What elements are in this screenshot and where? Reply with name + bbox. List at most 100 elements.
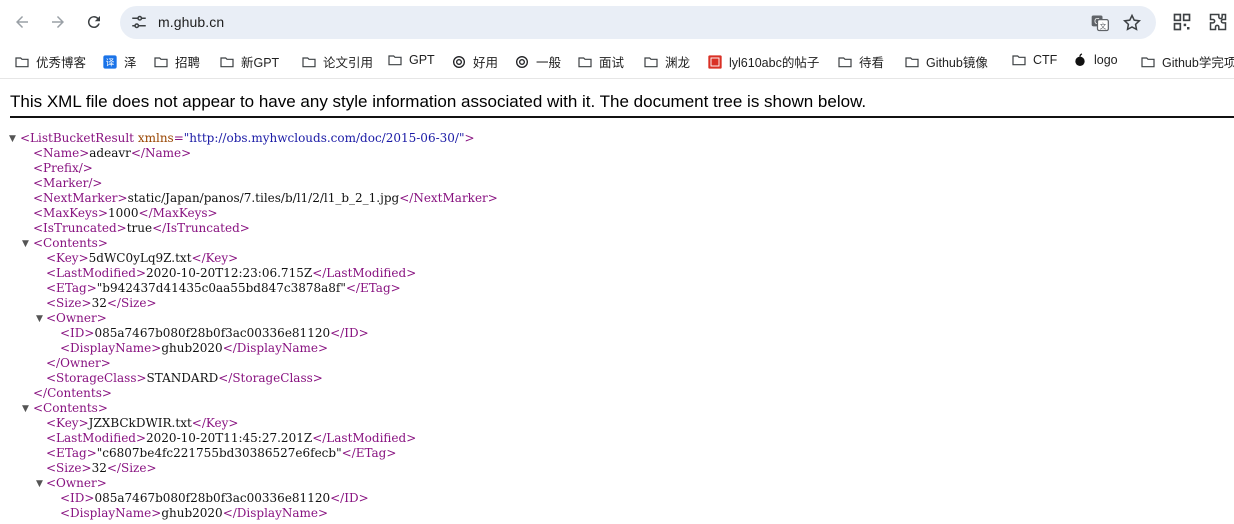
xml-marker-line: <Marker/> xyxy=(33,176,103,190)
folder-icon xyxy=(577,54,593,70)
reload-icon xyxy=(87,16,100,29)
folder-icon xyxy=(301,54,317,70)
xml-tree: ▼ <ListBucketResult xmlns="http://obs.my… xyxy=(0,131,498,521)
back-icon xyxy=(16,16,28,28)
reload-button[interactable] xyxy=(80,8,108,36)
bookmark-label: 好用 xyxy=(473,56,499,70)
folder-icon xyxy=(1140,54,1156,70)
bookmark-label: 招聘 xyxy=(175,56,201,70)
xml-lastmodified-line: <LastModified>2020-10-20T12:23:06.715Z</… xyxy=(46,266,417,280)
last-modified-value: 2020-10-20T11:45:27.201Z xyxy=(146,431,313,445)
collapse-toggle-icon[interactable]: ▼ xyxy=(36,312,43,327)
folder-icon xyxy=(1011,52,1027,68)
xml-name-line: <Name>adeavr</Name> xyxy=(33,146,192,160)
xml-size-line: <Size>32</Size> xyxy=(46,461,157,475)
object-key: 5dWC0yLq9Z.txt xyxy=(88,251,192,265)
bookmarks-bar: 优秀博客 译泽 招聘 新GPT 论文引用 GPT 好用 一般 面试 渊龙 lyl610abc的帖子 待… xyxy=(0,44,1234,79)
collapse-toggle-icon[interactable]: ▼ xyxy=(22,402,29,417)
xml-owner-id-line: <ID>085a7467b080f28b0f3ac00336e81120</ID… xyxy=(60,326,369,340)
bookmark-item[interactable]: 招聘 xyxy=(153,52,200,71)
bookmark-item[interactable]: 新GPT xyxy=(219,52,279,71)
bookmark-label: logo xyxy=(1094,53,1118,67)
bookmark-item[interactable]: lyl610abc的帖子 xyxy=(707,52,819,71)
etag-value: "b942437d41435c0aa55bd847c3878a8f" xyxy=(96,281,346,295)
bookmark-label: CTF xyxy=(1033,53,1058,67)
bookmark-item[interactable]: 译泽 xyxy=(102,52,137,71)
qr-icon[interactable] xyxy=(1172,12,1192,32)
collapse-toggle-icon[interactable]: ▼ xyxy=(9,132,16,147)
star-icon[interactable] xyxy=(1122,13,1142,33)
folder-icon xyxy=(219,54,235,70)
bookmark-label: 待看 xyxy=(859,56,885,70)
collapse-toggle-icon[interactable]: ▼ xyxy=(22,237,29,252)
openai-icon xyxy=(451,54,467,70)
openai-icon xyxy=(514,54,530,70)
translate-icon[interactable]: G 文 xyxy=(1090,13,1110,33)
owner-id-value: 085a7467b080f28b0f3ac00336e81120 xyxy=(94,326,331,340)
bookmark-label: 泽 xyxy=(124,56,137,70)
apple-icon xyxy=(1072,52,1088,68)
bookmark-label: Github镜像 xyxy=(926,56,988,70)
bookmark-item[interactable]: 好用 xyxy=(451,52,498,71)
xml-displayname-line: <DisplayName>ghub2020</DisplayName> xyxy=(60,341,329,355)
xml-nextmarker-line: <NextMarker>static/Japan/panos/7.tiles/b… xyxy=(33,191,498,205)
xml-contents-line: ▼ <Contents> xyxy=(22,236,108,252)
bookmark-item[interactable]: GPT xyxy=(387,52,435,68)
folder-icon xyxy=(643,54,659,70)
display-name-value: ghub2020 xyxy=(161,506,223,520)
bookmark-label: 论文引用 xyxy=(323,56,374,70)
owner-id-value: 085a7467b080f28b0f3ac00336e81120 xyxy=(94,491,331,505)
bookmark-item[interactable]: Github学完项 xyxy=(1140,52,1234,71)
xml-prefix-line: <Prefix/> xyxy=(33,161,93,175)
xml-key-line: <Key>5dWC0yLq9Z.txt</Key> xyxy=(46,251,239,265)
bookmark-item[interactable]: 待看 xyxy=(837,52,884,71)
xml-displayname-line: <DisplayName>ghub2020</DisplayName> xyxy=(60,506,329,520)
bucket-name: adeavr xyxy=(89,146,131,160)
bookmark-item[interactable]: Github镜像 xyxy=(904,52,988,71)
bookmark-label: 新GPT xyxy=(241,56,280,70)
max-keys-value: 1000 xyxy=(108,206,139,220)
collapse-toggle-icon[interactable]: ▼ xyxy=(36,477,43,492)
bookmark-item[interactable]: logo xyxy=(1072,52,1118,68)
bookmark-label: GPT xyxy=(409,53,435,67)
extensions-icon[interactable] xyxy=(1208,12,1228,32)
folder-icon xyxy=(153,54,169,70)
site-settings-icon[interactable] xyxy=(130,13,148,31)
bookmark-label: 优秀博客 xyxy=(36,56,87,70)
folder-icon xyxy=(387,52,403,68)
xml-key-line: <Key>JZXBCkDWIR.txt</Key> xyxy=(46,416,239,430)
bookmark-item[interactable]: 一般 xyxy=(514,52,561,71)
forward-icon xyxy=(52,16,64,28)
bookmark-label: 一般 xyxy=(536,56,562,70)
folder-icon xyxy=(904,54,920,70)
xml-contents-line: ▼ <Contents> xyxy=(22,401,108,417)
storage-class-value: STANDARD xyxy=(146,371,219,385)
back-button[interactable] xyxy=(8,8,36,36)
bookmark-item[interactable]: 论文引用 xyxy=(301,52,373,71)
xml-style-notice: This XML file does not appear to have an… xyxy=(10,92,867,111)
xml-owner-line: ▼ <Owner> xyxy=(36,476,107,492)
next-marker-value: static/Japan/panos/7.tiles/b/l1/2/l1_b_2… xyxy=(127,191,400,205)
bookmark-label: Github学完项 xyxy=(1162,56,1234,70)
xml-storageclass-line: <StorageClass>STANDARD</StorageClass> xyxy=(46,371,323,385)
address-bar[interactable]: m.ghub.cn G 文 xyxy=(120,6,1156,39)
bookmark-label: 渊龙 xyxy=(665,56,691,70)
url-text[interactable]: m.ghub.cn xyxy=(158,14,224,30)
object-key: JZXBCkDWIR.txt xyxy=(88,416,192,430)
xml-contents-close-line: </Contents> xyxy=(33,386,112,400)
bookmark-item[interactable]: 渊龙 xyxy=(643,52,690,71)
bookmark-item[interactable]: 面试 xyxy=(577,52,624,71)
bookmark-item[interactable]: CTF xyxy=(1011,52,1057,68)
xml-tag: <ListBucketResult xyxy=(20,131,134,145)
bookmark-label: lyl610abc的帖子 xyxy=(729,56,820,70)
xml-istruncated-line: <IsTruncated>true</IsTruncated> xyxy=(33,221,250,235)
is-truncated-value: true xyxy=(126,221,153,235)
xml-size-line: <Size>32</Size> xyxy=(46,296,157,310)
xml-owner-close-line: </Owner> xyxy=(46,356,111,370)
xml-maxkeys-line: <MaxKeys>1000</MaxKeys> xyxy=(33,206,218,220)
forward-button[interactable] xyxy=(44,8,72,36)
bookmark-item[interactable]: 优秀博客 xyxy=(14,52,86,71)
xml-attr-value: "http://obs.myhwclouds.com/doc/2015-06-3… xyxy=(183,131,465,145)
notice-divider xyxy=(10,116,1234,118)
red-seal-icon xyxy=(707,54,723,70)
